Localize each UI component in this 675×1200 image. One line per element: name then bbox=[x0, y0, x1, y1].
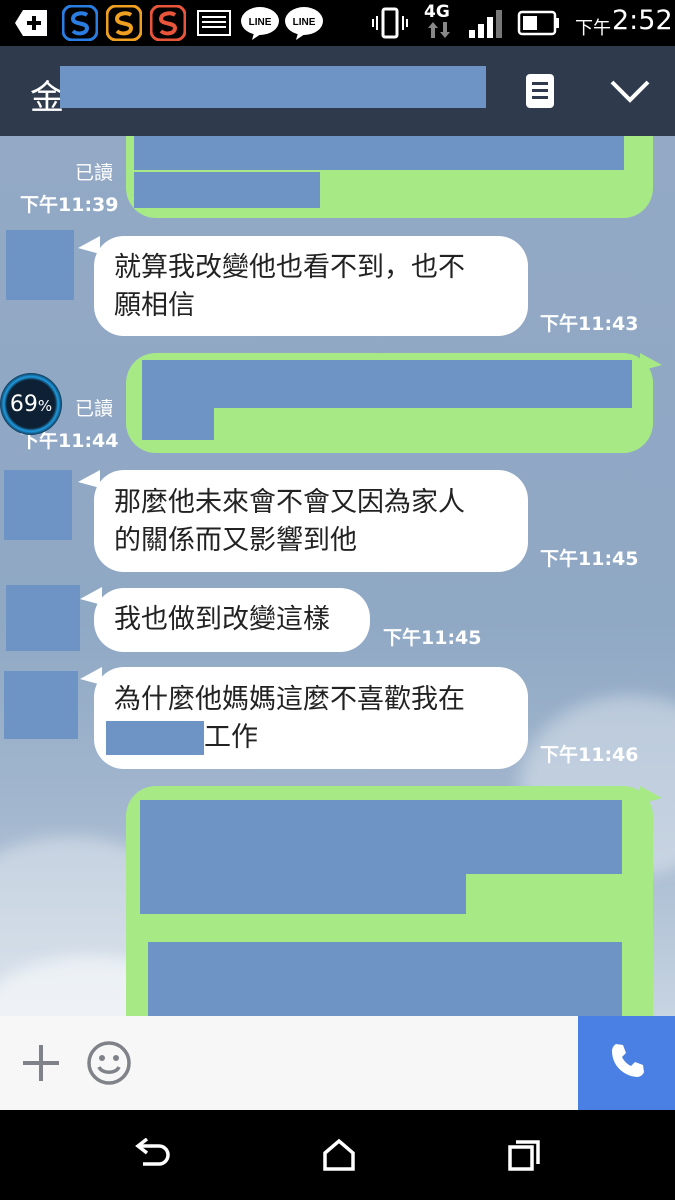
vibrate-icon bbox=[372, 6, 408, 40]
bubble-tail bbox=[640, 786, 662, 804]
message-line: 工作 bbox=[204, 722, 258, 753]
redacted-message-text bbox=[148, 942, 622, 1016]
message-line: 為什麼他媽媽這麼不喜歡我在 bbox=[114, 684, 465, 715]
call-button[interactable] bbox=[578, 1016, 675, 1110]
message-time: 下午11:45 bbox=[540, 548, 639, 570]
redacted-message-text bbox=[134, 136, 624, 170]
line-icon: LINE bbox=[240, 6, 280, 40]
plus-icon[interactable] bbox=[20, 1042, 62, 1084]
back-icon[interactable] bbox=[128, 1132, 174, 1178]
s-app-icon bbox=[150, 5, 186, 41]
message-line: 的關係而又影響到他 bbox=[114, 525, 357, 556]
chat-header: 金 bbox=[0, 46, 675, 136]
redacted-contact-name bbox=[60, 66, 486, 108]
message-line: 那麼他未來會不會又因為家人 bbox=[114, 487, 465, 518]
signal-icon bbox=[466, 6, 506, 40]
s-app-icon bbox=[62, 5, 98, 41]
incoming-message-bubble[interactable]: 我也做到改變這樣 bbox=[94, 588, 370, 652]
incoming-message-bubble[interactable]: 為什麼他媽媽這麼不喜歡我在 工作 bbox=[94, 667, 528, 769]
message-time: 下午11:46 bbox=[540, 744, 639, 766]
notes-icon[interactable] bbox=[524, 72, 556, 110]
message-line: 我也做到改變這樣 bbox=[114, 604, 330, 635]
image-icon bbox=[196, 6, 232, 40]
message-input-bar bbox=[0, 1016, 675, 1110]
battery-icon bbox=[516, 6, 562, 40]
avatar[interactable] bbox=[6, 230, 74, 300]
line-icon: LINE bbox=[284, 6, 324, 40]
redacted-message-text bbox=[140, 800, 622, 874]
message-line: 願相信 bbox=[114, 290, 195, 321]
recents-icon[interactable] bbox=[502, 1132, 548, 1178]
chevron-down-icon[interactable] bbox=[608, 76, 652, 106]
network-type: 4G bbox=[424, 2, 450, 22]
s-app-icon bbox=[106, 5, 142, 41]
message-time: 下午11:39 bbox=[20, 194, 119, 216]
redacted-message-text bbox=[142, 360, 632, 408]
widget-percent: 69 bbox=[9, 391, 38, 417]
redacted-message-text bbox=[140, 874, 466, 914]
redacted-word bbox=[106, 721, 204, 755]
clock-time: 2:52 bbox=[612, 5, 673, 36]
memory-boost-widget[interactable]: 69% bbox=[0, 373, 62, 435]
read-receipt: 已讀 bbox=[75, 398, 114, 420]
clock-prefix: 下午 bbox=[575, 18, 611, 39]
chat-area[interactable]: 已讀 下午11:39 就算我改變他也看不到，也不 願相信 下午11:43 已讀 … bbox=[0, 136, 675, 1016]
redacted-message-text bbox=[142, 408, 214, 440]
home-icon[interactable] bbox=[316, 1132, 362, 1178]
message-time: 下午11:45 bbox=[383, 627, 482, 649]
smiley-icon[interactable] bbox=[86, 1040, 132, 1086]
plus-notification-icon bbox=[14, 6, 50, 40]
avatar[interactable] bbox=[6, 585, 80, 651]
widget-unit: % bbox=[37, 397, 53, 415]
svg-text:LINE: LINE bbox=[249, 17, 272, 28]
contact-name[interactable]: 金 bbox=[30, 70, 64, 119]
bubble-tail bbox=[640, 353, 662, 371]
phone-icon bbox=[607, 1041, 647, 1085]
system-nav-bar bbox=[0, 1110, 675, 1200]
redacted-message-text bbox=[134, 172, 320, 208]
avatar[interactable] bbox=[4, 470, 72, 540]
svg-text:LINE: LINE bbox=[293, 17, 316, 28]
incoming-message-bubble[interactable]: 就算我改變他也看不到，也不 願相信 bbox=[94, 236, 528, 336]
avatar[interactable] bbox=[4, 671, 78, 739]
status-bar: LINE LINE 4G 下午 2:52 bbox=[0, 0, 675, 46]
read-receipt: 已讀 bbox=[75, 162, 114, 184]
message-line: 就算我改變他也看不到，也不 bbox=[114, 252, 465, 283]
message-time: 下午11:43 bbox=[540, 313, 639, 335]
data-arrows-icon bbox=[424, 20, 454, 40]
incoming-message-bubble[interactable]: 那麼他未來會不會又因為家人 的關係而又影響到他 bbox=[94, 470, 528, 572]
